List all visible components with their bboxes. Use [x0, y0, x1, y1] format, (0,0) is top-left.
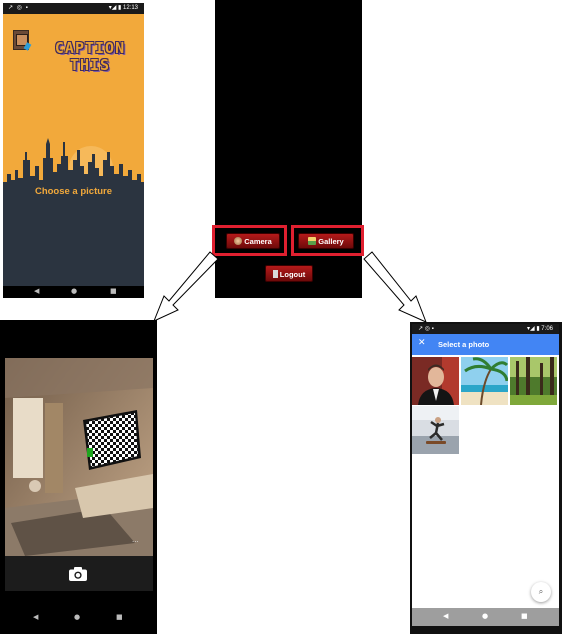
picker-title: Select a photo: [438, 340, 490, 349]
status-icons-left: ↗ ◎ ▪: [8, 5, 29, 11]
gallery-landscape-icon: [308, 237, 317, 245]
photo-thumbnail-forest[interactable]: [510, 357, 557, 405]
camera-lens-icon: [234, 237, 243, 245]
camera-viewfinder: [5, 358, 153, 556]
recents-icon[interactable]: ■: [116, 613, 123, 621]
camera-nav-bar: ◀ ● ■: [0, 612, 157, 628]
picker-status-icons: ↗ ◎ ▪: [418, 326, 434, 332]
picker-nav-bar: ◀ ● ■: [412, 608, 559, 626]
arrow-to-camera: [153, 251, 219, 322]
picker-header: ✕ Select a photo: [412, 334, 559, 355]
logout-button-label: Logout: [279, 270, 306, 279]
home-icon[interactable]: ●: [74, 613, 80, 621]
photo-thumbnail-skater[interactable]: [412, 406, 459, 454]
logout-door-icon: [272, 270, 278, 278]
main-nav-bar: ◀ ● ■: [3, 286, 144, 298]
camera-button[interactable]: Camera: [226, 233, 280, 249]
arrow-to-gallery: [363, 251, 427, 323]
status-time: ▾◢ ▮ 12:13: [108, 5, 138, 11]
gallery-button[interactable]: Gallery: [298, 233, 354, 249]
home-icon[interactable]: ●: [482, 612, 488, 620]
photo-thumbnail-beach[interactable]: [461, 357, 508, 405]
app-title-line2: THIS: [69, 56, 111, 74]
back-icon[interactable]: ◀: [34, 287, 39, 295]
recents-icon[interactable]: ■: [521, 612, 528, 620]
back-icon[interactable]: ◀: [33, 613, 38, 621]
photo-grid: [412, 355, 559, 608]
more-options-icon[interactable]: ...: [132, 535, 139, 544]
choose-picture-label: Choose a picture: [34, 186, 113, 197]
camera-button-label: Camera: [244, 237, 272, 246]
back-icon[interactable]: ◀: [443, 612, 448, 620]
zoom-search-icon[interactable]: ⌕: [531, 582, 551, 602]
status-bar: ↗ ◎ ▪ ▾◢ ▮ 12:13: [3, 3, 144, 14]
picker-status-time: ▾◢ ▮ 7:06: [527, 326, 553, 332]
app-title-line1: CAPTION: [54, 39, 126, 57]
bottom-panel: [3, 222, 144, 286]
recents-icon[interactable]: ■: [110, 287, 117, 295]
home-icon[interactable]: ●: [71, 287, 77, 295]
picker-status-bar: ↗ ◎ ▪ ▾◢ ▮ 7:06: [412, 324, 559, 334]
app-logo-icon: [13, 30, 32, 51]
city-skyline: [3, 138, 144, 224]
photo-thumbnail-portrait[interactable]: [412, 357, 459, 405]
gallery-button-label: Gallery: [318, 237, 344, 246]
close-icon[interactable]: ✕: [418, 338, 426, 348]
logout-button[interactable]: Logout: [265, 265, 313, 282]
camera-icon[interactable]: [69, 567, 87, 581]
